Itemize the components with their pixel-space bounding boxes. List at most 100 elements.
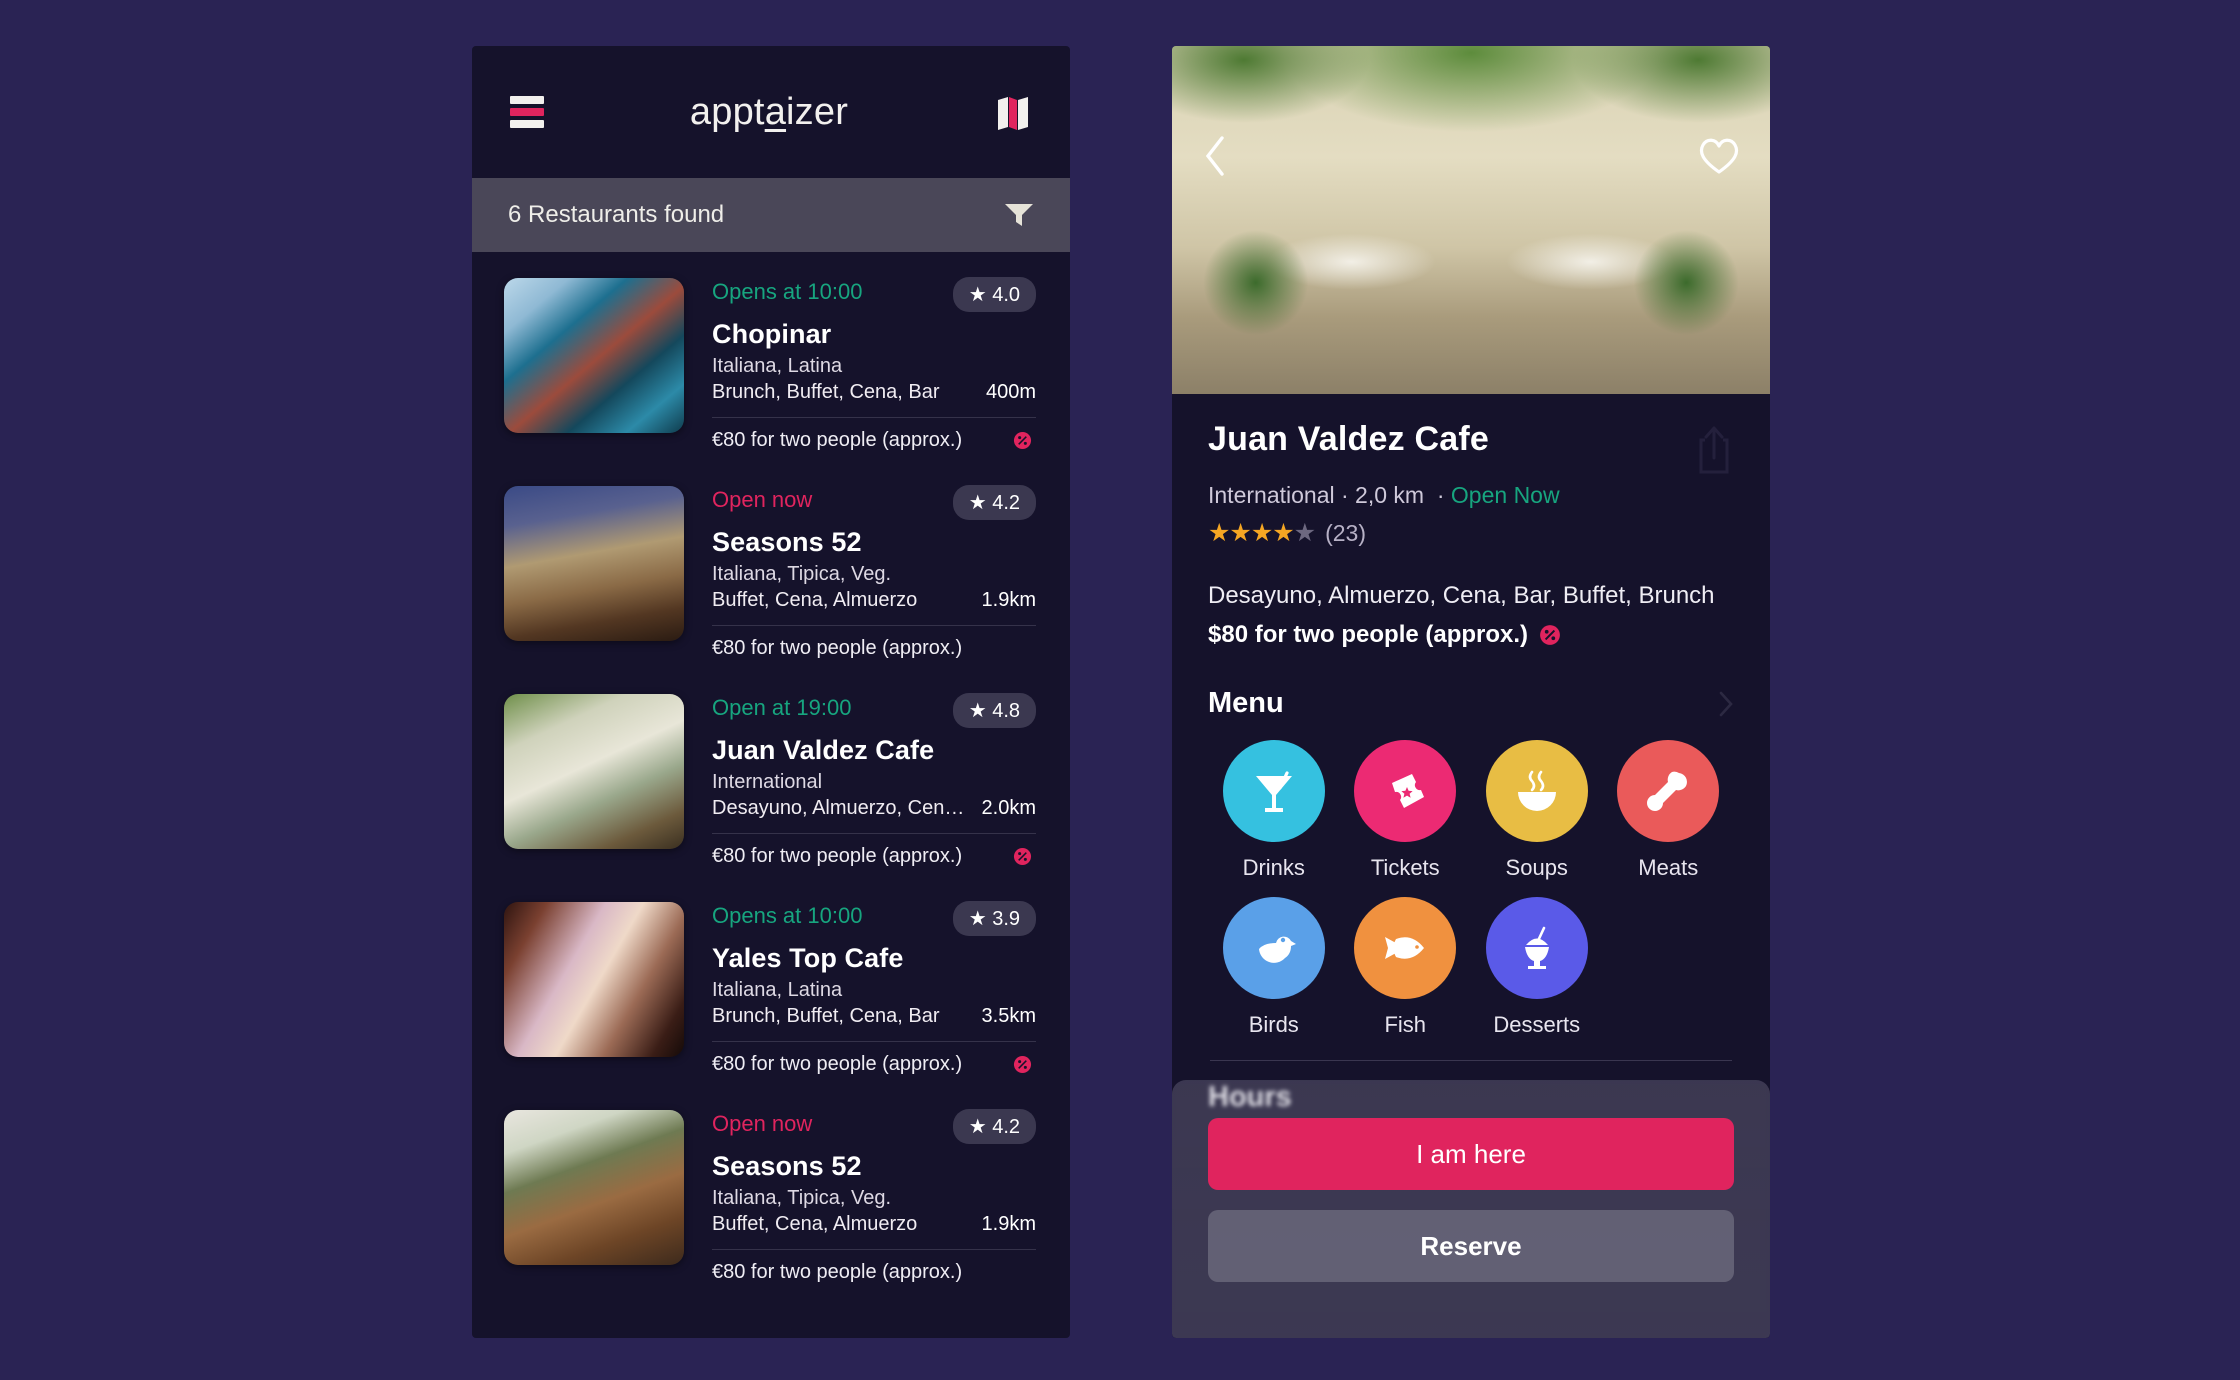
restaurant-meal-row: Desayuno, Almuerzo, Cena… 2.0km [712,797,1036,820]
menu-category-desserts[interactable]: Desserts [1471,897,1603,1038]
restaurant-name: Chopinar [712,319,832,349]
restaurant-name: Seasons 52 [712,1151,862,1181]
menu-category-soups[interactable]: Soups [1471,740,1603,881]
restaurant-card[interactable]: Open now ★ 4.2 Seasons 52 Italiana, Tipi… [472,466,1070,674]
menu-category-birds[interactable]: Birds [1208,897,1340,1038]
divider [712,625,1036,626]
restaurant-rating-badge: ★ 4.0 [952,277,1036,312]
detail-price: $80 for two people (approx.) [1208,621,1529,648]
restaurant-distance: 400m [985,381,1036,403]
restaurant-card[interactable]: Open now ★ 4.2 Seasons 52 Italiana, Tipi… [472,1090,1070,1298]
restaurant-info: Open at 19:00 ★ 4.8 Juan Valdez Cafe Int… [712,693,1036,868]
restaurant-meals: Brunch, Buffet, Cena, Bar [712,381,940,403]
map-icon[interactable] [994,93,1032,131]
restaurant-top-row: Open now ★ 4.2 [712,1109,1036,1144]
fish-icon [1385,937,1425,959]
discount-badge-icon [1540,625,1560,645]
detail-title-row: Juan Valdez Cafe [1208,420,1734,476]
divider [712,417,1036,418]
hamburger-icon[interactable] [510,96,544,128]
reserve-button[interactable]: Reserve [1208,1210,1734,1282]
restaurant-price-row: €80 for two people (approx.) [712,1261,1036,1284]
restaurant-price: €80 for two people (approx.) [712,429,963,451]
restaurant-top-row: Opens at 10:00 ★ 4.0 [712,277,1036,312]
restaurant-status: Open at 19:00 [712,695,852,720]
restaurant-meals: Brunch, Buffet, Cena, Bar [712,1005,940,1027]
category-icon-circle [1354,740,1457,842]
restaurant-thumbnail [504,486,684,641]
restaurant-price-row: €80 for two people (approx.) [712,1053,1036,1076]
divider [712,1041,1036,1042]
restaurant-rating-badge: ★ 4.2 [952,1109,1036,1144]
restaurant-info: Open now ★ 4.2 Seasons 52 Italiana, Tipi… [712,485,1036,660]
meta-sep-1: · [1340,482,1349,508]
restaurant-card[interactable]: Opens at 10:00 ★ 3.9 Yales Top Cafe Ital… [472,882,1070,1090]
menu-section-header: Menu [1208,687,1734,720]
menu-category-meats[interactable]: Meats [1603,740,1735,881]
detail-price-row: $80 for two people (approx.) [1208,621,1734,649]
share-icon[interactable] [1694,424,1734,476]
divider [712,833,1036,834]
category-icon-circle [1617,740,1720,842]
review-count: (23) [1325,519,1366,546]
restaurant-cuisine: Italiana, Tipica, Veg. [712,1187,892,1209]
restaurant-rating-badge: ★ 4.2 [952,485,1036,520]
sundae-icon [1524,926,1549,969]
restaurant-cuisine: Italiana, Latina [712,355,843,377]
detail-rating-row: ★★★★★ (23) [1208,518,1734,548]
chevron-left-icon[interactable] [1202,134,1228,178]
funnel-icon[interactable] [1004,202,1034,228]
restaurant-meals: Buffet, Cena, Almuerzo [712,1213,918,1235]
category-label: Drinks [1242,855,1305,880]
restaurant-meal-row: Buffet, Cena, Almuerzo 1.9km [712,1213,1036,1236]
restaurant-card[interactable]: Opens at 10:00 ★ 4.0 Chopinar Italiana, … [472,258,1070,466]
i-am-here-button[interactable]: I am here [1208,1118,1734,1190]
bird-icon [1258,936,1296,963]
menu-category-grid: Drinks Tickets Soups Meats Birds Fish De… [1208,740,1734,1038]
detail-meta-row: International · 2,0 km · Open Now [1208,482,1734,509]
restaurant-distance: 1.9km [981,1213,1036,1235]
restaurant-thumbnail [504,694,684,849]
restaurant-cuisine: Italiana, Latina [712,979,843,1001]
discount-badge-icon [1013,1055,1032,1074]
detail-body: Juan Valdez Cafe International · 2,0 km … [1172,394,1770,1114]
brand-text-before: appt [689,90,765,133]
restaurant-info: Open now ★ 4.2 Seasons 52 Italiana, Tipi… [712,1109,1036,1284]
restaurant-distance: 1.9km [981,589,1036,611]
menu-category-fish[interactable]: Fish [1340,897,1472,1038]
restaurant-meals: Desayuno, Almuerzo, Cena… [712,797,972,819]
category-label: Fish [1384,1012,1427,1037]
restaurant-distance: 2.0km [981,797,1036,819]
detail-cuisine: International [1208,482,1335,508]
restaurant-list-panel: apptaizer 6 Restaurants found Opens at 1… [472,46,1070,1338]
category-label: Soups [1505,855,1568,880]
hero-photo [1172,46,1770,394]
menu-category-drinks[interactable]: Drinks [1208,740,1340,881]
restaurant-status: Open now [712,487,813,512]
restaurant-meal-row: Brunch, Buffet, Cena, Bar 400m [712,381,1036,404]
action-sheet: I am here Reserve [1172,1080,1770,1338]
category-icon-circle [1485,897,1588,999]
restaurant-card[interactable]: Open at 19:00 ★ 4.8 Juan Valdez Cafe Int… [472,674,1070,882]
restaurant-price: €80 for two people (approx.) [712,637,963,659]
app-brand-logo: apptaizer [544,91,994,134]
heart-outline-icon[interactable] [1696,134,1742,176]
cocktail-icon [1255,771,1292,812]
restaurant-info: Opens at 10:00 ★ 3.9 Yales Top Cafe Ital… [712,901,1036,1076]
category-icon-circle [1354,897,1457,999]
divider [712,1249,1036,1250]
star-rating: ★★★★★ [1208,519,1316,547]
restaurant-thumbnail [504,278,684,433]
detail-restaurant-name: Juan Valdez Cafe [1208,420,1489,458]
chevron-right-icon[interactable] [1718,691,1734,717]
restaurant-name: Juan Valdez Cafe [712,735,935,765]
ticket-icon [1392,774,1425,808]
restaurant-price: €80 for two people (approx.) [712,1261,963,1283]
results-count-label: 6 Restaurants found [508,201,725,228]
detail-meal-tags: Desayuno, Almuerzo, Cena, Bar, Buffet, B… [1208,582,1715,609]
menu-category-tickets[interactable]: Tickets [1340,740,1472,881]
restaurant-meal-row: Brunch, Buffet, Cena, Bar 3.5km [712,1005,1036,1028]
category-label: Desserts [1493,1012,1581,1037]
section-divider [1210,1060,1732,1061]
restaurant-meal-row: Buffet, Cena, Almuerzo 1.9km [712,589,1036,612]
